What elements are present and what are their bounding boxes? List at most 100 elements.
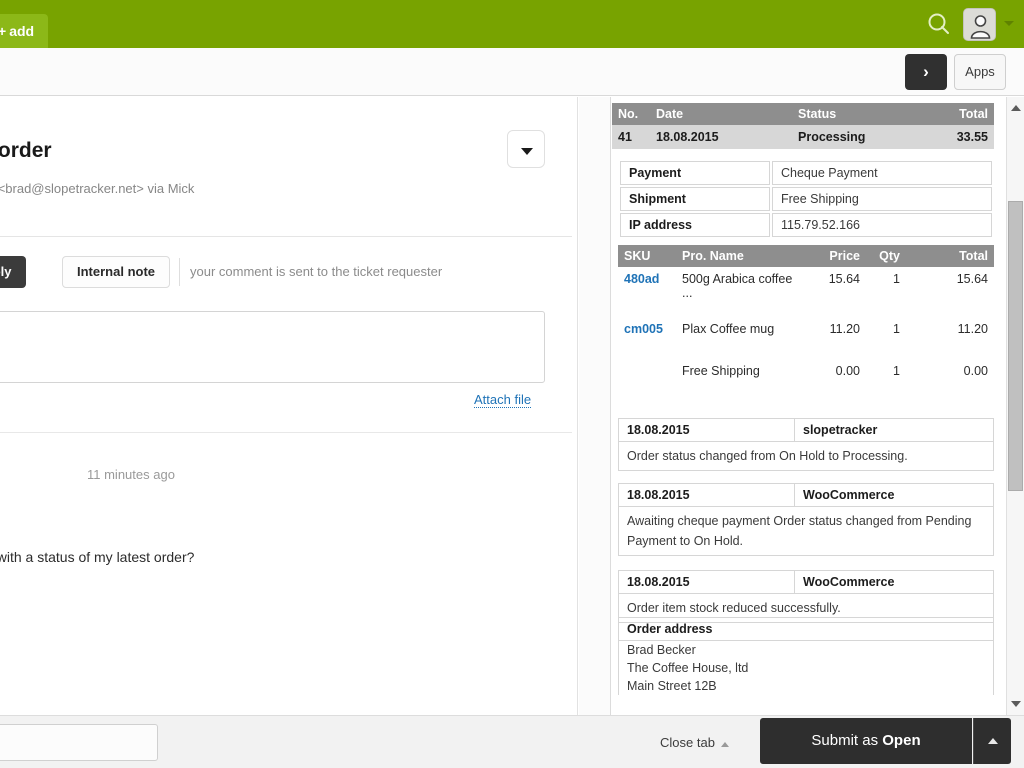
apps-toolbar: › Apps [0, 48, 1024, 96]
tab-divider [179, 258, 180, 286]
table-row: 18.08.2015 slopetracker [618, 418, 994, 442]
table-row: Payment Cheque Payment [620, 161, 992, 185]
history-source: slopetracker [794, 418, 994, 442]
reply-composer-textarea[interactable] [0, 311, 545, 383]
tab-public-reply[interactable]: ic reply [0, 256, 26, 288]
scroll-up-arrow-icon[interactable] [1007, 99, 1024, 117]
order-status: Processing [792, 125, 912, 149]
expand-sidebar-button[interactable]: › [905, 54, 947, 90]
address-line: The Coffee House, ltd [618, 659, 994, 677]
product-name: 500g Arabica coffee ... [682, 272, 793, 300]
close-tab-button[interactable]: Close tab [660, 724, 729, 761]
ticket-requester: Brad Becker <brad@slopetracker.net> via … [0, 181, 195, 196]
info-key-shipment: Shipment [620, 187, 770, 211]
product-total: 0.00 [963, 364, 988, 378]
table-row: IP address 115.79.52.166 [620, 213, 992, 237]
plus-icon: + [0, 23, 7, 39]
table-row: Awaiting cheque payment Order status cha… [618, 506, 994, 556]
chevron-up-icon [988, 738, 998, 744]
order-date: 18.08.2015 [650, 125, 792, 149]
col-total: Total [912, 103, 994, 125]
col-no: No. [612, 103, 650, 125]
apps-button[interactable]: Apps [954, 54, 1006, 90]
product-qty: 1 [893, 272, 900, 286]
vertical-scrollbar[interactable] [1006, 97, 1024, 715]
product-qty: 1 [893, 322, 900, 336]
table-row: Free Shipping 0.00 1 0.00 [618, 359, 994, 383]
tab-internal-note[interactable]: Internal note [62, 256, 171, 288]
order-history-entry: 18.08.2015 slopetracker Order status cha… [618, 418, 994, 471]
product-sku [618, 359, 676, 383]
order-history-entry: 18.08.2015 WooCommerce Order item stock … [618, 570, 994, 623]
table-row: 480ad 500g Arabica coffee ... 15.64 1 15… [618, 267, 994, 317]
ticket-options-button[interactable] [507, 130, 545, 168]
panel-divider [579, 97, 611, 715]
table-row: Order status changed from On Hold to Pro… [618, 441, 994, 471]
chevron-up-icon [720, 742, 729, 747]
product-price: 11.20 [829, 322, 860, 336]
table-header-row: No. Date Status Total [612, 103, 994, 125]
table-row: Shipment Free Shipping [620, 187, 992, 211]
order-history-entry: 18.08.2015 WooCommerce Awaiting cheque p… [618, 483, 994, 556]
address-line: Main Street 12B [618, 677, 994, 695]
product-sku[interactable]: 480ad [618, 267, 676, 317]
page-title: s on my latest order [0, 139, 52, 162]
header-divider [0, 236, 572, 237]
info-value-payment: Cheque Payment [772, 161, 992, 185]
col-qty: Qty [866, 245, 906, 267]
add-tab-button[interactable]: + add [0, 14, 49, 48]
submit-options-button[interactable] [973, 718, 1011, 764]
attach-file-link[interactable]: Attach file [474, 392, 532, 408]
main-content: s on my latest order nutes ago●Brad Beck… [0, 97, 1024, 715]
product-price: 15.64 [828, 272, 860, 286]
history-date: 18.08.2015 [618, 483, 795, 507]
address-line: Brad Becker [618, 640, 994, 659]
order-number: 41 [612, 125, 650, 149]
history-date: 18.08.2015 [618, 418, 795, 442]
comment-body: you please provide me with a status of m… [0, 549, 195, 565]
add-tab-label: add [9, 23, 35, 39]
product-total: 15.64 [956, 272, 988, 286]
comment-divider [0, 432, 572, 433]
product-name: Free Shipping [682, 364, 760, 378]
history-note: Awaiting cheque payment Order status cha… [618, 506, 994, 556]
product-total: 11.20 [957, 322, 988, 336]
chevron-down-icon [521, 148, 533, 155]
table-row: Order address [618, 617, 994, 641]
product-name: Plax Coffee mug [682, 322, 775, 336]
col-date: Date [650, 103, 792, 125]
search-icon[interactable] [926, 11, 952, 37]
col-price: Price [804, 245, 866, 267]
history-note: Order status changed from On Hold to Pro… [618, 441, 994, 471]
table-row: Main Street 12B [618, 677, 994, 695]
scrollbar-thumb[interactable] [1008, 201, 1023, 491]
info-key-ip: IP address [620, 213, 770, 237]
table-header-row: SKU Pro. Name Price Qty Total [618, 245, 994, 267]
top-navigation-bar: + add [0, 0, 1024, 48]
table-row: cm005 Plax Coffee mug 11.20 1 11.20 [618, 317, 994, 359]
submit-button[interactable]: Submit as Open [760, 718, 972, 764]
macro-select[interactable] [0, 724, 158, 761]
ticket-metadata: nutes ago●Brad Becker <brad@slopetracker… [0, 178, 432, 221]
scroll-down-arrow-icon[interactable] [1007, 695, 1024, 713]
col-name: Pro. Name [676, 245, 804, 267]
avatar[interactable] [963, 8, 996, 41]
submit-state: Open [882, 732, 921, 749]
order-address-block: Order address Brad Becker The Coffee Hou… [618, 617, 994, 695]
product-qty: 1 [893, 364, 900, 378]
avatar-chevron-down-icon[interactable] [1004, 21, 1014, 26]
product-sku[interactable]: cm005 [618, 317, 676, 359]
product-price: 0.00 [835, 364, 860, 378]
table-row: 41 18.08.2015 Processing 33.55 [612, 125, 994, 149]
info-key-payment: Payment [620, 161, 770, 185]
close-tab-label: Close tab [660, 735, 715, 750]
info-value-ip: 115.79.52.166 [772, 213, 992, 237]
reply-hint-text: your comment is sent to the ticket reque… [190, 264, 443, 279]
order-address-heading: Order address [618, 617, 994, 641]
ticket-panel: s on my latest order nutes ago●Brad Beck… [0, 97, 578, 715]
col-status: Status [792, 103, 912, 125]
history-source: WooCommerce [794, 483, 994, 507]
submit-prefix: Submit as [811, 732, 883, 749]
order-summary-table: No. Date Status Total 41 18.08.2015 Proc… [612, 103, 994, 149]
order-total: 33.55 [912, 125, 994, 149]
